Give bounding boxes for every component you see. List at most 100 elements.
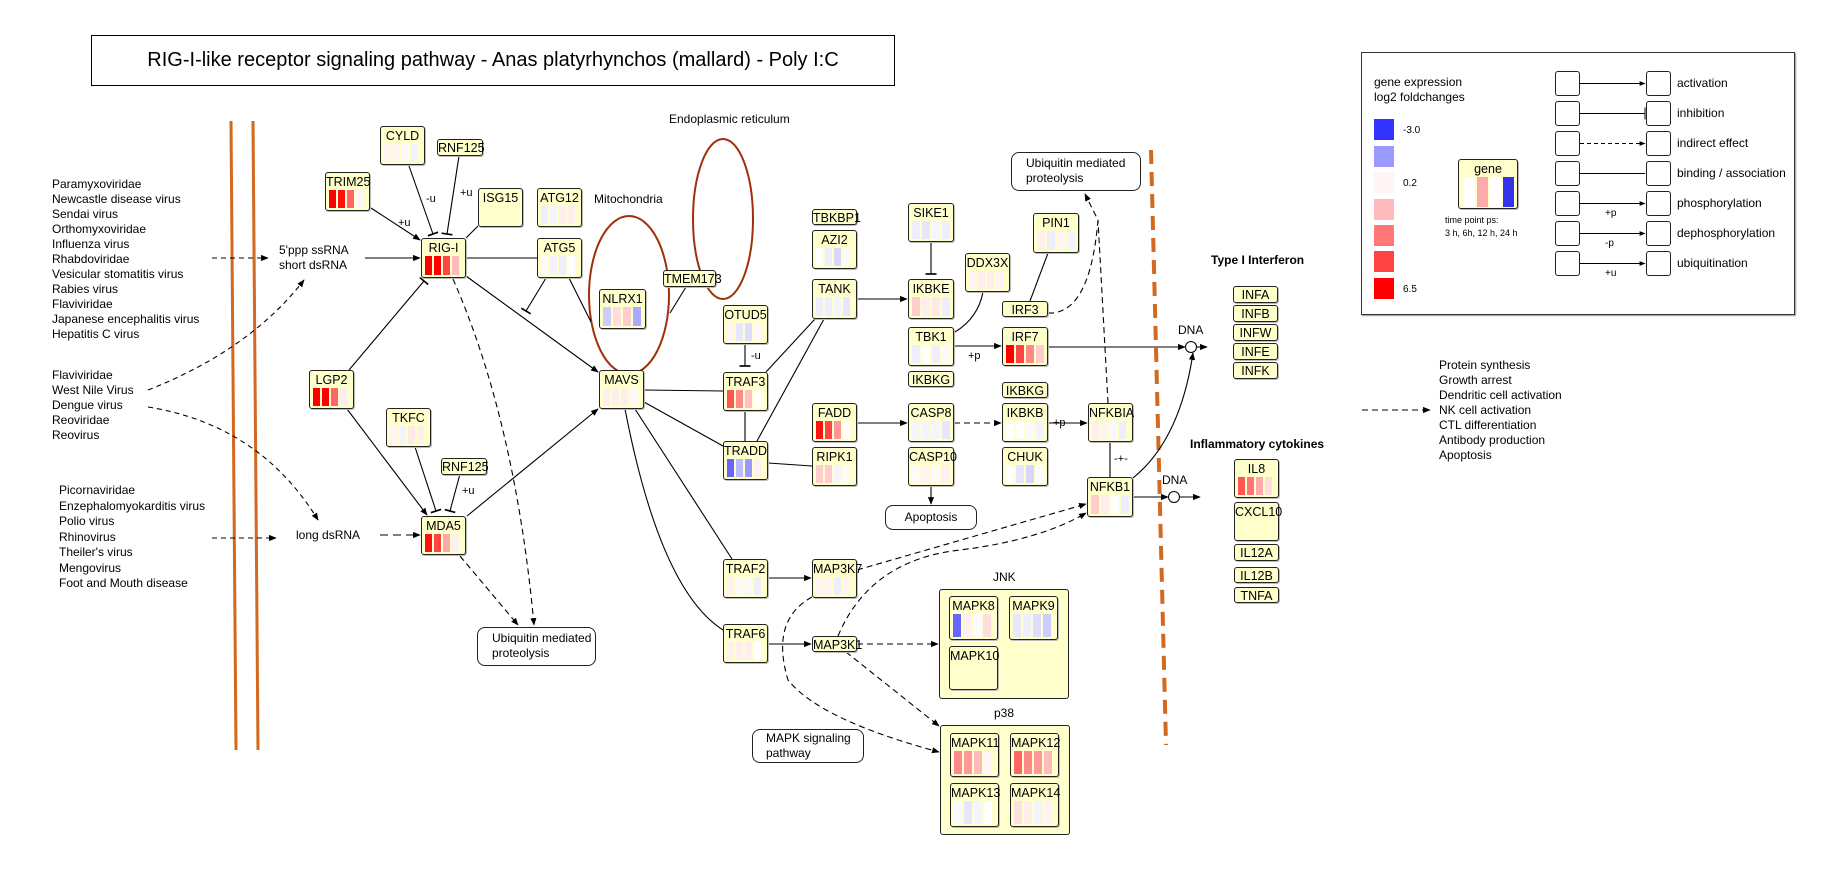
gene-node-il12b[interactable]: IL12B: [1234, 567, 1279, 583]
gene-node-mapk14[interactable]: MAPK14: [1010, 783, 1061, 827]
gene-node-otud5[interactable]: OTUD5: [723, 305, 768, 344]
gene-node-mda5[interactable]: MDA5: [421, 516, 466, 555]
expression-bar: [754, 642, 761, 660]
gene-node-mapk12[interactable]: MAPK12: [1010, 733, 1060, 777]
gene-node-infe[interactable]: INFE: [1233, 343, 1278, 360]
gene-node-atg12[interactable]: ATG12: [537, 188, 582, 227]
gene-node-tnfa[interactable]: TNFA: [1234, 587, 1279, 603]
gene-node-rnf125[interactable]: RNF125: [441, 458, 489, 475]
gene-node-pin1[interactable]: PIN1: [1033, 213, 1079, 253]
edge-pin1-irf3: [1029, 252, 1049, 302]
link-ubiquitin-proteolysis-top[interactable]: Ubiquitin mediated proteolysis: [1011, 152, 1141, 191]
expression-bar: [745, 390, 752, 408]
gene-node-infb[interactable]: INFB: [1233, 305, 1278, 322]
gene-node-fadd[interactable]: FADD: [812, 403, 857, 442]
expression-bar: [942, 465, 950, 483]
gene-node-ikbke[interactable]: IKBKE: [908, 279, 954, 319]
gene-node-mapk10[interactable]: MAPK10: [949, 646, 999, 690]
gene-node-tradd[interactable]: TRADD: [723, 441, 768, 480]
gene-node-map3k7[interactable]: MAP3K7: [812, 559, 862, 598]
gene-label: MAPK14: [1011, 786, 1061, 800]
gene-node-irf3[interactable]: IRF3: [1002, 301, 1048, 317]
gene-node-ripk1[interactable]: RIPK1: [812, 447, 857, 486]
gene-node-infa[interactable]: INFA: [1233, 286, 1278, 303]
legend-source-box: [1555, 101, 1580, 126]
gene-node-il12a[interactable]: IL12A: [1234, 544, 1279, 561]
page-title: RIG-I-like receptor signaling pathway - …: [91, 35, 895, 86]
expression-bar: [630, 388, 637, 406]
expression-bar: [559, 256, 566, 275]
gene-node-mavs[interactable]: MAVS: [599, 370, 644, 409]
gene-node-sike1[interactable]: SIKE1: [908, 203, 954, 242]
expression-bar: [1006, 345, 1014, 363]
gene-node-ikbkg[interactable]: IKBKG: [1002, 382, 1048, 398]
gene-node-ikbkb[interactable]: IKBKB: [1002, 403, 1048, 442]
legend-relation-label: phosphorylation: [1677, 195, 1762, 210]
gene-node-atg5[interactable]: ATG5: [537, 238, 582, 278]
gene-node-nfkbia[interactable]: NFKBIA: [1088, 403, 1134, 442]
expression-bar: [932, 297, 940, 316]
expression-bar: [390, 426, 397, 444]
gene-node-tbk1[interactable]: TBK1: [908, 327, 954, 366]
gene-node-traf3[interactable]: TRAF3: [723, 372, 768, 411]
gene-node-ddx3x[interactable]: DDX3X: [965, 253, 1010, 292]
edge-tmem173-mavs: [669, 286, 687, 314]
legend-target-box: [1646, 251, 1671, 276]
expression-bar: [1067, 231, 1075, 250]
gene-node-mapk11[interactable]: MAPK11: [950, 733, 999, 777]
gene-node-tmem173[interactable]: TMEM173: [663, 270, 722, 287]
expression-bar: [621, 388, 628, 406]
gene-node-il8[interactable]: IL8: [1234, 459, 1279, 498]
gene-node-tkfc[interactable]: TKFC: [386, 408, 431, 447]
expression-bar: [338, 190, 345, 208]
gene-node-trim25[interactable]: TRIM25: [325, 172, 370, 211]
gene-node-mapk13[interactable]: MAPK13: [950, 783, 1001, 827]
gene-node-rnf125[interactable]: RNF125: [437, 139, 485, 156]
gene-label: IKBKG: [911, 373, 951, 387]
gene-node-mapk9[interactable]: MAPK9: [1009, 596, 1058, 640]
gene-node-traf6[interactable]: TRAF6: [723, 624, 768, 663]
edge-atg5-inhibit: [520, 277, 547, 315]
gene-node-lgp2[interactable]: LGP2: [309, 370, 354, 409]
gene-node-infk[interactable]: INFK: [1233, 362, 1278, 379]
gene-label: MAPK13: [951, 786, 1001, 800]
edge-label: -u: [426, 193, 436, 205]
link-mapk-signaling[interactable]: MAPK signaling pathway: [752, 729, 864, 763]
link-text: Apoptosis: [904, 510, 958, 524]
gene-node-tank[interactable]: TANK: [812, 279, 857, 319]
expression-bar: [825, 577, 832, 595]
expression-bar: [1036, 465, 1044, 483]
gene-node-map3k1[interactable]: MAP3K1: [812, 636, 862, 652]
gene-node-azi2[interactable]: AZI2: [812, 230, 857, 269]
expression-bar: [987, 271, 994, 289]
gene-node-isg15[interactable]: ISG15: [478, 188, 523, 227]
legend-relation-mark: -p: [1605, 237, 1614, 249]
gene-node-traf2[interactable]: TRAF2: [723, 559, 768, 598]
gene-node-casp10[interactable]: CASP10: [908, 447, 957, 486]
gene-label: TRAF3: [725, 375, 766, 389]
virus-name: Dengue virus: [52, 398, 123, 412]
link-ubiquitin-proteolysis[interactable]: Ubiquitin mediated proteolysis: [477, 627, 596, 666]
gene-node-casp8[interactable]: CASP8: [908, 403, 954, 442]
gene-node-mapk8[interactable]: MAPK8: [949, 596, 998, 640]
expression-bar: [964, 801, 972, 824]
edge-tradd-ripk1: [767, 462, 813, 467]
virus-name: Paramyxoviridae: [52, 177, 142, 191]
edge-ddx3x-tbk1: [954, 291, 984, 333]
expression-bar: [356, 190, 363, 208]
gene-node-irf7[interactable]: IRF7: [1002, 327, 1048, 366]
gene-node-ikbkg[interactable]: IKBKG: [908, 371, 954, 387]
gene-label: RNF125: [438, 141, 485, 155]
expression-bar: [736, 577, 743, 595]
gene-node-tbkbp1[interactable]: TBKBP1: [812, 209, 861, 225]
gene-label: IKBKG: [1005, 384, 1045, 398]
gene-node-infw[interactable]: INFW: [1233, 324, 1278, 341]
gene-node-rig-i[interactable]: RIG-I: [421, 238, 466, 278]
gene-node-cyld[interactable]: CYLD: [380, 126, 425, 165]
gene-node-nlrx1[interactable]: NLRX1: [599, 289, 646, 329]
expression-bar: [816, 421, 823, 439]
gene-node-chuk[interactable]: CHUK: [1002, 447, 1048, 486]
gene-node-cxcl10[interactable]: CXCL10: [1234, 502, 1282, 541]
gene-node-nfkb1[interactable]: NFKB1: [1087, 477, 1133, 517]
link-apoptosis[interactable]: Apoptosis: [885, 505, 977, 530]
